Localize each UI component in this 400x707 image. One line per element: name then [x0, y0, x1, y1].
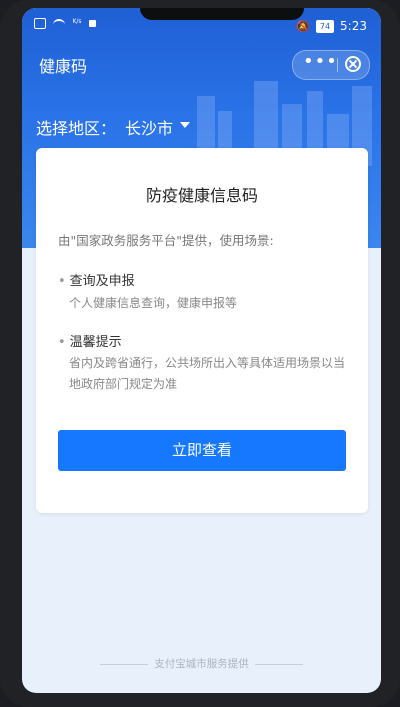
page-title: 健康码 [39, 57, 88, 76]
footer-divider-left [99, 663, 148, 665]
section-title-query: • 查询及申报 [58, 270, 135, 289]
region-label: 选择地区： [36, 119, 117, 138]
camera-notch [140, 8, 304, 20]
view-now-button[interactable]: 立即查看 [58, 430, 346, 471]
network-speed-text: K/s [72, 18, 82, 25]
wifi-icon [53, 18, 65, 29]
footer-divider-right [255, 663, 304, 665]
section-title-tips: • 温馨提示 [58, 331, 122, 350]
section-desc-query: 个人健康信息查询，健康申报等 [69, 296, 238, 310]
bullet-icon: • [58, 335, 66, 350]
capsule-divider [337, 58, 338, 72]
notification-icon [89, 20, 96, 27]
info-card: 防疫健康信息码 由"国家政务服务平台"提供，使用场景: • 查询及申报 个人健康信… [36, 148, 368, 513]
mute-icon: 🔕 [296, 19, 310, 33]
battery-icon: 74 [315, 19, 335, 33]
bullet-icon: • [58, 274, 66, 289]
intro-text: 由"国家政务服务平台"提供，使用场景: [58, 233, 274, 248]
section-title-text: 查询及申报 [69, 274, 135, 289]
mini-program-capsule: ••• [292, 50, 370, 80]
section-desc-tips: 省内及跨省通行，公共场所出入等具体适用场景以当地政府部门规定为准 [69, 356, 346, 391]
footer: 支付宝城市服务提供 [22, 656, 381, 671]
sim-card-icon [34, 18, 46, 29]
footer-text: 支付宝城市服务提供 [154, 658, 249, 670]
more-menu-button[interactable]: ••• [303, 51, 337, 79]
section-title-text: 温馨提示 [69, 335, 122, 350]
card-title: 防疫健康信息码 [145, 186, 258, 205]
region-selector[interactable]: 长沙市 [125, 115, 173, 139]
phone-frame: K/s 🔕 74 5:23 健康码 ••• 选择地区： 长沙市 防疫健康信息码 [0, 0, 400, 707]
phone-screen: K/s 🔕 74 5:23 健康码 ••• 选择地区： 长沙市 防疫健康信息码 [22, 8, 381, 693]
caret-down-icon[interactable] [180, 122, 190, 128]
close-mini-program-button[interactable] [345, 56, 361, 72]
status-time: 5:23 [340, 19, 367, 33]
